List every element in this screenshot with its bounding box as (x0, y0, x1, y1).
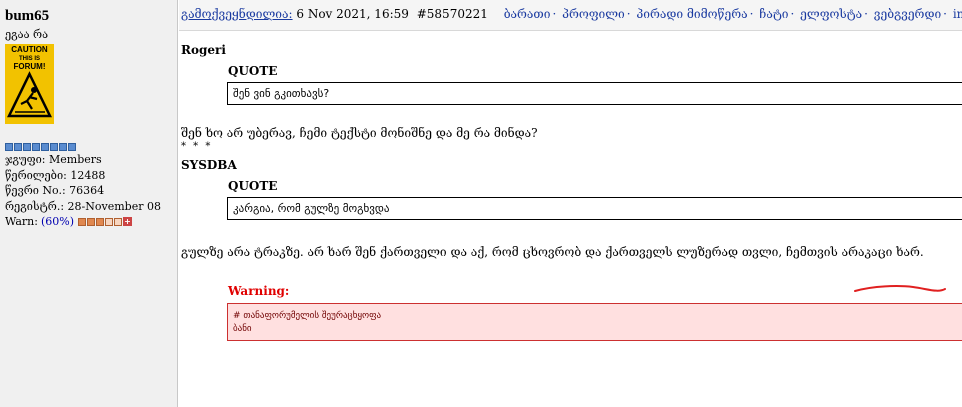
warning-action: ბანი (233, 324, 252, 334)
nav-im[interactable]: im (953, 7, 962, 21)
nav-card[interactable]: ბარათი (504, 7, 551, 21)
quote2-author: SYSDBA (181, 158, 237, 172)
separator-stars: * * * (181, 141, 213, 152)
post-nav: ბარათი · პროფილი · პირადი მიმოწერა · ჩატი · … (504, 7, 962, 21)
user-member-no: წევრი No.: 76364 (5, 184, 105, 197)
user-registered: რეგისტრ.: 28-November 08 (5, 199, 161, 213)
username[interactable]: bum65 (5, 8, 172, 25)
reply2-text: გულზე არა ტრაკზე. არ ხარ შენ ქართველი და… (181, 245, 924, 259)
quote2-box: კარგია, რომ გულზე მოგხვდა (227, 197, 962, 220)
published-link[interactable]: გამოქვეყნდილია: (181, 7, 293, 21)
avatar-caption-1: CAUTION (11, 45, 48, 54)
nav-website[interactable]: ვებგვერდი (874, 7, 941, 21)
quote1-author: Rogeri (181, 43, 226, 57)
quote1-box: შენ ვინ გკითხავს? (227, 82, 962, 105)
warn-label: Warn: (5, 215, 38, 228)
post-main: გამოქვეყნდილია: 6 Nov 2021, 16:59 #58570… (179, 0, 962, 407)
warn-plus-icon[interactable]: + (123, 217, 133, 227)
warn-level-bar (78, 217, 123, 226)
red-underline-annotation (854, 285, 946, 292)
avatar: CAUTION THIS IS FORUM! (5, 44, 54, 124)
quote2-label: QUOTE (228, 179, 278, 193)
nav-chat[interactable]: ჩატი (759, 7, 788, 21)
user-title: ეგაა რა (5, 28, 49, 41)
user-group: ჯგუფი: Members (5, 153, 102, 166)
quote1-label: QUOTE (228, 64, 278, 78)
post-date: 6 Nov 2021, 16:59 (296, 7, 409, 21)
post-header: გამოქვეყნდილია: 6 Nov 2021, 16:59 #58570… (179, 0, 962, 31)
post-body: Rogeri QUOTE შენ ვინ გკითხავს? შენ ხო არ… (179, 31, 962, 341)
nav-private-message[interactable]: პირადი მიმოწერა (636, 7, 747, 21)
warn-row: Warn: (60%) + (5, 214, 172, 230)
nav-email[interactable]: ელფოსტა (800, 7, 862, 21)
warning-label: Warning: (228, 284, 290, 298)
warn-percent[interactable]: (60%) (41, 214, 74, 230)
warning-reason: # თანაფორუმელის შეურაცხყოფა (233, 311, 382, 321)
rank-pips (5, 143, 172, 152)
avatar-caption-3: FORUM! (14, 62, 46, 71)
user-sidebar: bum65 ეგაა რა CAUTION THIS IS FORUM! ჯგუ… (0, 0, 178, 407)
warning-box: # თანაფორუმელის შეურაცხყოფა ბანი (227, 303, 962, 341)
nav-profile[interactable]: პროფილი (562, 7, 625, 21)
reply1-text: შენ ხო არ უბერავ, ჩემი ტექსტი მონიშნე და… (181, 126, 538, 140)
post-id[interactable]: #58570221 (417, 7, 488, 21)
user-posts: წერილები: 12488 (5, 168, 106, 182)
